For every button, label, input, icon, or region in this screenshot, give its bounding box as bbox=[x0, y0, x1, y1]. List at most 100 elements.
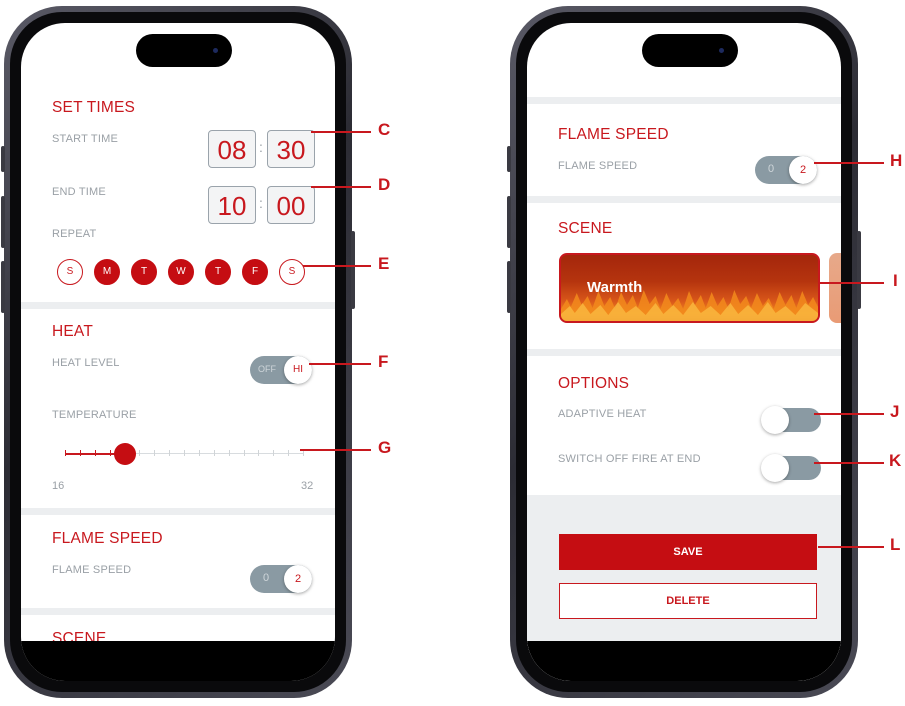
end-time-label: END TIME bbox=[52, 186, 106, 198]
dynamic-island bbox=[136, 34, 232, 67]
callout-label-l: L bbox=[890, 535, 901, 554]
flame-speed-toggle[interactable]: 0 2 bbox=[755, 156, 817, 184]
time-separator: : bbox=[259, 139, 263, 155]
flame-speed-min-text: 0 bbox=[768, 163, 775, 175]
slider-tick bbox=[213, 450, 215, 456]
callout-line-d bbox=[311, 186, 371, 188]
section-divider bbox=[21, 302, 335, 309]
phone-volume-down-button bbox=[1, 261, 5, 313]
phone-screen-left: SET TIMES START TIME 08 : 30 END TIME 10… bbox=[21, 23, 335, 681]
callout-label-e: E bbox=[378, 254, 390, 273]
callout-label-d: D bbox=[378, 175, 391, 194]
callout-label-h: H bbox=[890, 151, 903, 170]
slider-tick bbox=[198, 450, 200, 456]
phone-screen-right: FLAME SPEED FLAME SPEED 0 2 SCENE Warmth… bbox=[527, 23, 841, 681]
temperature-max: 32 bbox=[301, 480, 314, 492]
flame-speed-knob: 2 bbox=[789, 156, 817, 184]
scene-card-label: Warmth bbox=[587, 279, 643, 296]
repeat-day-button[interactable]: F bbox=[242, 259, 268, 285]
slider-tick bbox=[184, 450, 185, 456]
repeat-day-button[interactable]: W bbox=[168, 259, 194, 285]
delete-button[interactable]: DELETE bbox=[559, 583, 817, 619]
camera-icon bbox=[213, 48, 218, 53]
phone-volume-up-button bbox=[1, 196, 5, 248]
slider-tick bbox=[228, 450, 230, 456]
flame-speed-toggle[interactable]: 0 2 bbox=[250, 565, 312, 593]
callout-line-l bbox=[818, 546, 884, 548]
temperature-min: 16 bbox=[52, 480, 65, 492]
camera-icon bbox=[719, 48, 724, 53]
heat-toggle-off-text: OFF bbox=[258, 364, 276, 374]
flame-speed-knob: 2 bbox=[284, 565, 312, 593]
phone-power-button bbox=[857, 231, 861, 309]
repeat-label: REPEAT bbox=[52, 228, 97, 240]
temperature-label: TEMPERATURE bbox=[52, 409, 137, 421]
phone-side-button bbox=[507, 146, 511, 172]
callout-label-g: G bbox=[378, 438, 392, 457]
time-separator: : bbox=[259, 195, 263, 211]
callout-line-k bbox=[814, 462, 884, 464]
start-time-label: START TIME bbox=[52, 133, 118, 145]
flame-speed-label: FLAME SPEED bbox=[52, 564, 132, 576]
callout-label-j: J bbox=[890, 402, 900, 421]
scene-title: SCENE bbox=[558, 220, 613, 237]
phone-side-button bbox=[1, 146, 5, 172]
slider-tick bbox=[288, 450, 290, 456]
phone-power-button bbox=[351, 231, 355, 309]
heat-title: HEAT bbox=[52, 323, 93, 340]
screen-bottom-bar bbox=[527, 641, 841, 681]
flame-speed-label: FLAME SPEED bbox=[558, 160, 638, 172]
repeat-day-button[interactable]: S bbox=[57, 259, 83, 285]
switch-knob bbox=[761, 406, 789, 434]
section-divider bbox=[527, 97, 841, 104]
flame-speed-title: FLAME SPEED bbox=[52, 530, 163, 547]
repeat-day-button[interactable]: S bbox=[279, 259, 305, 285]
adaptive-heat-switch[interactable] bbox=[761, 406, 821, 434]
scene-card-next[interactable] bbox=[829, 253, 841, 323]
repeat-day-button[interactable]: M bbox=[94, 259, 120, 285]
scene-card-selected[interactable]: Warmth bbox=[559, 253, 820, 323]
phone-frame-left: SET TIMES START TIME 08 : 30 END TIME 10… bbox=[1, 6, 355, 698]
dynamic-island bbox=[642, 34, 738, 67]
phone-volume-up-button bbox=[507, 196, 511, 248]
heat-level-label: HEAT LEVEL bbox=[52, 357, 120, 369]
callout-line-h bbox=[814, 162, 884, 164]
set-times-title: SET TIMES bbox=[52, 99, 136, 116]
slider-thumb[interactable] bbox=[113, 443, 136, 465]
slider-tick bbox=[154, 450, 156, 456]
callout-line-c bbox=[311, 131, 371, 133]
slider-tick bbox=[139, 450, 141, 456]
callout-line-i bbox=[818, 282, 884, 284]
repeat-day-button[interactable]: T bbox=[131, 259, 157, 285]
slider-tick bbox=[273, 450, 275, 456]
repeat-day-button[interactable]: T bbox=[205, 259, 231, 285]
start-hour-field[interactable]: 08 bbox=[208, 130, 256, 168]
callout-line-f bbox=[309, 363, 371, 365]
flame-speed-title: FLAME SPEED bbox=[558, 126, 669, 143]
heat-level-toggle[interactable]: OFF HI bbox=[250, 356, 312, 384]
callout-line-e bbox=[303, 265, 371, 267]
section-divider bbox=[21, 508, 335, 515]
callout-label-i: I bbox=[893, 271, 898, 290]
callout-line-g bbox=[300, 449, 371, 451]
callout-label-c: C bbox=[378, 120, 391, 139]
save-button[interactable]: SAVE bbox=[559, 534, 817, 570]
callout-label-k: K bbox=[889, 451, 902, 470]
phone-volume-down-button bbox=[507, 261, 511, 313]
screen-bottom-bar bbox=[21, 641, 335, 681]
section-divider bbox=[527, 196, 841, 203]
start-minute-field[interactable]: 30 bbox=[267, 130, 315, 168]
end-minute-field[interactable]: 00 bbox=[267, 186, 315, 224]
heat-toggle-knob: HI bbox=[284, 356, 312, 384]
end-hour-field[interactable]: 10 bbox=[208, 186, 256, 224]
callout-label-f: F bbox=[378, 352, 389, 371]
switch-off-fire-label: SWITCH OFF FIRE AT END bbox=[558, 453, 701, 465]
switch-off-fire-switch[interactable] bbox=[761, 454, 821, 482]
callout-line-j bbox=[814, 413, 884, 415]
flame-speed-min-text: 0 bbox=[263, 572, 270, 584]
phone-frame-right: FLAME SPEED FLAME SPEED 0 2 SCENE Warmth… bbox=[507, 6, 861, 698]
slider-tick bbox=[258, 450, 260, 456]
options-title: OPTIONS bbox=[558, 375, 630, 392]
section-divider bbox=[21, 608, 335, 615]
switch-knob bbox=[761, 454, 789, 482]
